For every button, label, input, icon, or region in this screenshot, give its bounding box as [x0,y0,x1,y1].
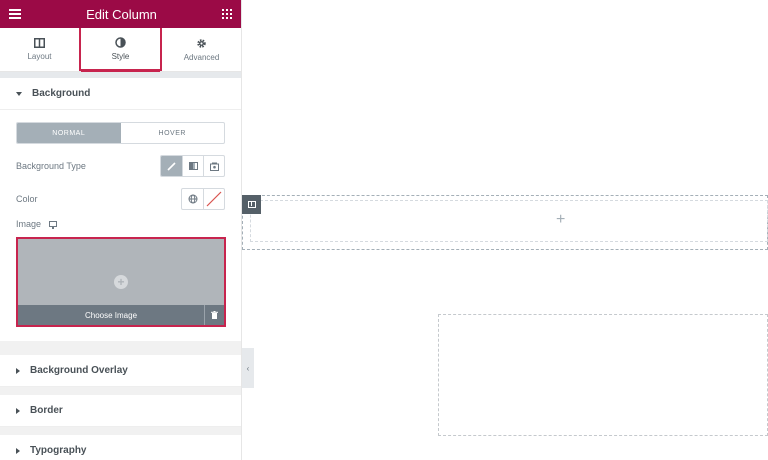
gradient-icon[interactable] [182,156,203,176]
slideshow-icon[interactable] [203,156,224,176]
editor-panel: Edit Column Layout Style Advanced Backgr… [0,0,242,460]
choose-image-button[interactable]: Choose Image [18,311,204,320]
globe-icon[interactable] [182,189,203,209]
state-toggle: NORMAL HOVER [16,122,225,144]
tab-label: Layout [27,52,52,61]
desktop-icon[interactable] [49,221,58,229]
trash-icon[interactable] [204,305,224,325]
caret-right-icon [16,367,20,374]
section-title: Background Overlay [30,365,128,376]
section-title: Typography [30,445,87,456]
column-drop-zone[interactable] [250,200,768,242]
caret-right-icon [16,407,20,414]
caret-down-icon [16,91,22,96]
section-drop-area[interactable] [438,314,768,436]
section-title: Border [30,405,63,416]
half-circle-icon [115,36,126,48]
normal-tab[interactable]: NORMAL [17,123,121,143]
section-overlay-header[interactable]: Background Overlay [0,355,241,387]
hover-tab[interactable]: HOVER [121,123,225,143]
classic-brush-icon[interactable] [161,156,182,176]
background-type-row: Background Type [16,155,225,177]
section-title: Background [32,88,91,99]
color-swatch[interactable] [203,189,224,209]
section-background-body: NORMAL HOVER Background Type Color Image… [0,110,241,341]
add-element-icon[interactable]: + [556,212,565,228]
chevron-left-icon: ‹ [246,363,250,373]
tab-layout[interactable]: Layout [0,28,79,71]
image-label: Image [16,219,42,229]
caret-right-icon [16,447,20,454]
color-label: Color [16,194,38,204]
columns-icon [34,38,45,48]
column-icon [247,201,256,208]
divider [0,341,241,355]
gear-icon [197,38,206,48]
background-type-label: Background Type [16,161,86,171]
image-label-row: Image [16,216,225,232]
plus-circle-icon[interactable]: + [114,275,128,289]
collapse-panel-button[interactable]: ‹ [242,348,254,388]
background-type-group [160,155,225,177]
choose-image-bar: Choose Image [18,305,224,325]
tab-style[interactable]: Style [79,28,162,72]
section-background-header[interactable]: Background [0,78,241,110]
color-controls [181,188,225,210]
tab-advanced[interactable]: Advanced [162,28,241,71]
color-row: Color [16,188,225,210]
divider [0,387,241,395]
section-border-header[interactable]: Border [0,395,241,427]
panel-title: Edit Column [86,6,157,22]
hamburger-icon[interactable] [9,9,21,19]
section-typography-header[interactable]: Typography [0,435,241,460]
column-handle[interactable] [242,195,261,214]
tab-label: Advanced [183,52,220,62]
image-chooser[interactable]: + Choose Image [16,237,226,327]
grid-icon[interactable] [222,9,232,19]
panel-tabs: Layout Style Advanced [0,28,241,72]
tab-label: Style [111,51,130,61]
panel-header: Edit Column [0,0,241,28]
divider [0,427,241,435]
